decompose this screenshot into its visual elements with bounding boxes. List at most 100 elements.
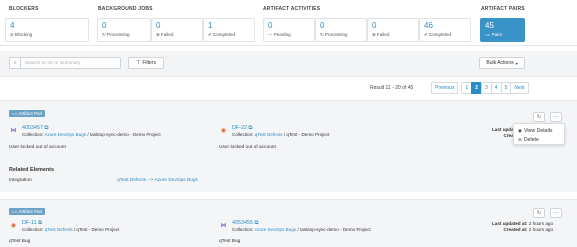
bulk-actions-button[interactable]: Bulk Actions ▾ [479,57,525,69]
collection-link[interactable]: qTest Defects [255,132,283,137]
check-icon: ✔ [424,32,428,37]
pending-card[interactable]: 0 --- Pending [263,18,315,42]
refresh-icon: ↻ [536,114,542,120]
completed-count: 1 [208,21,213,30]
blocking-label: Blocking [14,32,33,37]
artifact-id-link[interactable]: 4053457 [22,125,43,131]
failed-label: Failed [160,32,174,37]
sync-icon: ↻ [102,32,106,37]
collection-project: / tasktop-sync-demo - Demo Project [297,227,371,232]
collection-label: Collection: [22,227,44,232]
artifact-pair-badge: == Artifact Pair [9,208,46,215]
background-jobs-title: BACKGROUND JOBS [98,6,153,12]
external-link-icon[interactable]: ⧉ [38,220,42,226]
more-actions-button[interactable]: ··· [550,112,562,122]
external-link-icon[interactable]: ⧉ [45,125,49,131]
artifact-id-link[interactable]: DF-11 [22,220,37,226]
pending-count: 0 [268,21,273,30]
refresh-button[interactable]: ↻ [533,112,545,122]
activity-failed-label: Failed [376,32,390,37]
view-details-menu-item[interactable]: ◉ View Details [514,126,564,135]
activity-failed-count: 0 [372,21,377,30]
delete-menu-item[interactable]: ⊖ Delete [514,135,564,144]
related-elements-heading: Related Elements [9,167,54,173]
blocking-card[interactable]: 4 ⊘Blocking [5,18,89,42]
activity-processing-label: Processing [324,32,348,37]
activity-processing-card[interactable]: 0 ↻Processing [315,18,367,42]
completed-label: Completed [212,32,236,37]
refresh-button[interactable]: ↻ [533,208,545,218]
timestamps: Last updated at: 2 hours ago Created at:… [492,221,553,233]
artifact-activities-title: ARTIFACT ACTIVITIES [263,6,321,12]
left-artifact: ⋈ 4053457 ⧉ Collection: Azure DevOps Bug… [9,125,161,138]
collection-label: Collection: [22,132,44,137]
collection-project: / tasktop-sync-demo - Demo Project [87,132,161,137]
result-summary: Result 11 - 20 of 45 [370,85,414,91]
error-icon: ⊗ [372,32,376,37]
artifact-pair-card: == Artifact Pair ◉ DF-11 ⧉ Collection: q… [0,199,577,247]
view-details-label: View Details [524,127,553,134]
azure-devops-icon: ⋈ [10,128,17,134]
azure-devops-icon: ⋈ [220,223,227,229]
artifact-summary: qTest Bug [9,239,31,244]
artifact-pair-card: == Artifact Pair ⋈ 4053457 ⧉ Collection:… [0,100,577,192]
pairs-card[interactable]: 45 == Pairs [480,18,525,42]
check-icon: ✔ [208,32,212,37]
artifact-summary: User locked out of account [219,145,276,150]
artifact-pair-badge: == Artifact Pair [9,110,46,117]
completed-card[interactable]: 1 ✔Completed [203,18,255,42]
artifact-id-link[interactable]: 4053455 [232,220,253,226]
processing-label: Processing [106,32,130,37]
artifact-pairs-title: ARTIFACT PAIRS [481,6,525,12]
right-artifact: ◉ DF-22 ⧉ Collection: qTest Defects / qT… [219,125,329,138]
filters-button[interactable]: ⊤ Filters [128,57,164,69]
activity-completed-count: 46 [424,21,433,30]
pairs-label: == Pairs [485,32,503,37]
delete-label: Delete [523,136,539,143]
more-actions-button[interactable]: ··· [550,208,562,218]
integration-link[interactable]: qTest Defects --> Azure DevOps Bugs [117,178,198,183]
external-link-icon[interactable]: ⧉ [248,125,252,131]
search-icon: ⌕ [10,58,21,68]
search-input[interactable]: Search on ID or Summary [21,61,80,66]
updated-value: 2 hours ago [528,221,553,226]
artifact-summary: qTest Bug [219,239,241,244]
right-artifact: ⋈ 4053455 ⧉ Collection: Azure DevOps Bug… [219,220,371,233]
related-type: Integration [9,178,32,183]
blocking-icon: ⊘ [10,32,14,37]
activity-failed-card[interactable]: 0 ⊗Failed [367,18,419,42]
failed-card[interactable]: 0 ⊗Failed [151,18,203,42]
artifact-id-link[interactable]: DF-22 [232,125,247,131]
processing-card[interactable]: 0 ↻Processing [97,18,151,42]
collection-project: / qTest - Demo Project [283,132,330,137]
blocking-count: 4 [10,21,15,30]
external-link-icon[interactable]: ⧉ [255,220,259,226]
toolbar: ⌕ Search on ID or Summary ⊤ Filters Bulk… [0,51,577,77]
created-value: 2 hours ago [528,227,553,232]
activity-processing-count: 0 [320,21,325,30]
processing-count: 0 [102,21,107,30]
ellipsis-icon: ··· [553,210,559,216]
activity-completed-card[interactable]: 46 ✔Completed [419,18,471,42]
collection-link[interactable]: qTest Defects [45,227,73,232]
actions-menu: ◉ View Details ⊖ Delete [513,123,565,145]
previous-page-button[interactable]: Previous [431,82,459,94]
artifact-summary: User locked out of account [9,145,66,150]
filter-icon: ⊤ [136,60,141,66]
results-bar: Result 11 - 20 of 45 Previous 1 2 3 4 5 … [0,82,577,94]
qtest-icon: ◉ [220,128,227,134]
qtest-icon: ◉ [10,223,17,229]
next-page-button[interactable]: Next [510,82,529,94]
delete-icon: ⊖ [518,136,522,142]
bulk-actions-label: Bulk Actions [486,60,514,66]
collection-link[interactable]: Azure DevOps Bugs [44,132,86,137]
ellipsis-icon: ··· [553,114,559,120]
collection-label: Collection: [232,132,254,137]
sync-icon: ↻ [320,32,324,37]
eye-icon: ◉ [518,127,523,133]
blockers-title: BLOCKERS [9,6,39,12]
filters-label: Filters [142,60,156,66]
search-box[interactable]: ⌕ Search on ID or Summary [9,57,121,69]
chevron-down-icon: ▾ [515,60,518,66]
collection-link[interactable]: Azure DevOps Bugs [254,227,296,232]
